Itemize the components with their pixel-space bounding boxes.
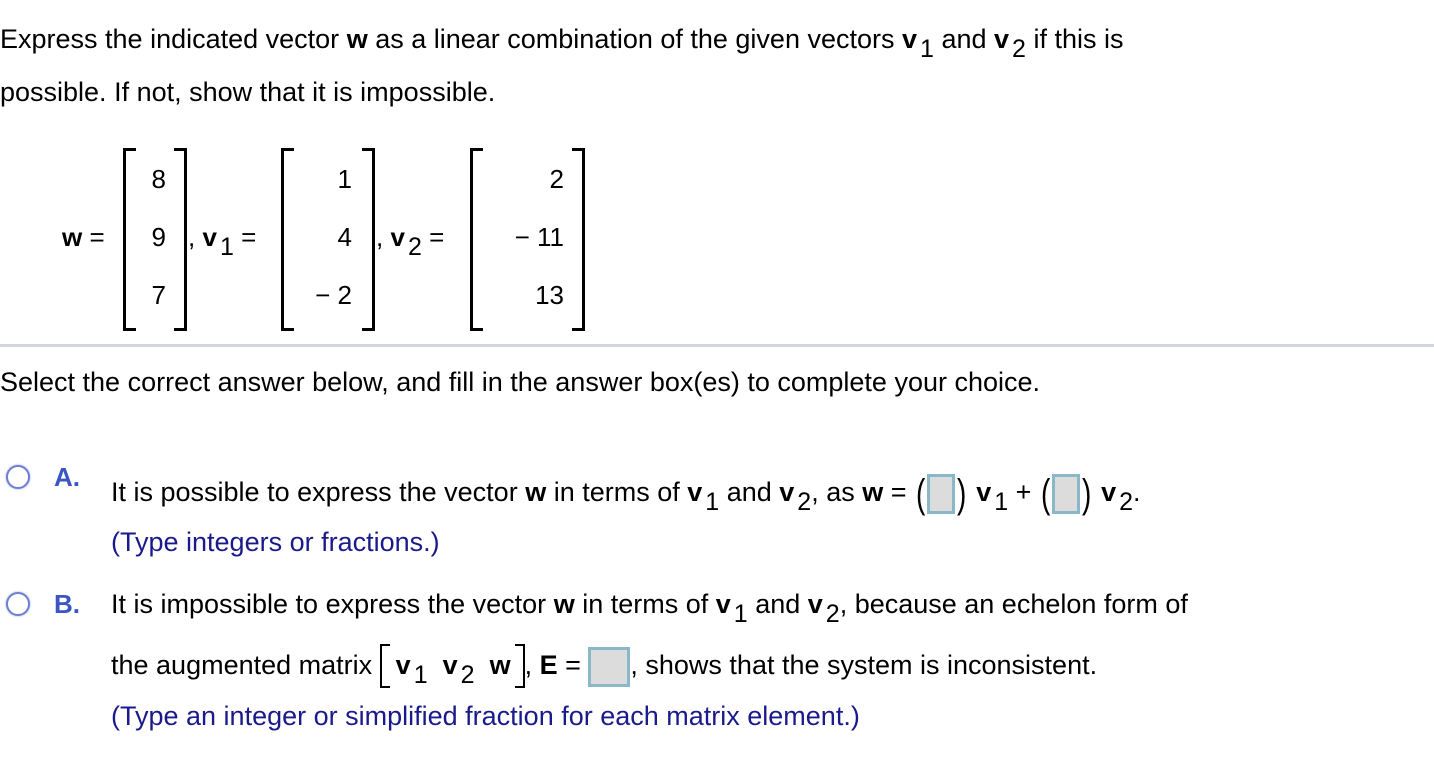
vector-w: w bbox=[346, 24, 368, 54]
choice-text: , because an echelon form of bbox=[839, 589, 1188, 619]
choice-text: It is possible to express the vector bbox=[111, 477, 526, 508]
plus-sign: + bbox=[1008, 477, 1039, 508]
choice-text: and bbox=[747, 589, 808, 619]
equals: = bbox=[89, 222, 105, 252]
comma: , bbox=[524, 650, 540, 680]
subscript: 2 bbox=[825, 600, 840, 628]
equals: = bbox=[429, 222, 445, 252]
choice-text: and bbox=[719, 477, 780, 508]
choice-text: the augmented matrix bbox=[111, 650, 380, 680]
augmented-left-bracket bbox=[379, 644, 390, 688]
subscript: 1 bbox=[413, 661, 428, 689]
vector-v1: v bbox=[687, 477, 703, 508]
choice-a-radio[interactable] bbox=[6, 465, 30, 489]
vector-v2: v bbox=[442, 650, 458, 680]
right-paren: ) bbox=[1082, 472, 1092, 516]
vector-v1: v bbox=[902, 24, 918, 54]
choice-a-hint: (Type integers or fractions.) bbox=[111, 527, 440, 557]
right-paren: ) bbox=[957, 472, 967, 516]
vector-v1: v bbox=[395, 650, 411, 680]
subscript: 2 bbox=[407, 233, 422, 261]
w-entry: 9 bbox=[151, 222, 166, 252]
subscript: 2 bbox=[797, 488, 812, 517]
subscript: 1 bbox=[219, 233, 234, 261]
vector-v2: v bbox=[779, 477, 795, 508]
coefficient-v2-input[interactable] bbox=[1052, 474, 1081, 514]
v1-symbol: v bbox=[202, 222, 217, 252]
augmented-right-bracket bbox=[514, 644, 525, 688]
echelon-E-symbol: E bbox=[539, 650, 558, 680]
question-text: and bbox=[933, 24, 994, 54]
comma: , bbox=[188, 222, 196, 252]
v2-entry: 2 bbox=[549, 164, 564, 194]
comma: , bbox=[376, 222, 384, 252]
subscript: 1 bbox=[920, 35, 934, 63]
vector-v1: v bbox=[715, 589, 731, 619]
choice-b-hint: (Type an integer or simplified fraction … bbox=[111, 701, 860, 731]
v2-right-bracket bbox=[572, 148, 585, 331]
v1-entry: 4 bbox=[337, 222, 352, 252]
vector-w: w bbox=[489, 650, 511, 680]
vector-v1: v bbox=[976, 477, 992, 508]
instruction-text: Select the correct answer below, and fil… bbox=[0, 367, 1041, 397]
choice-text: in terms of bbox=[574, 589, 716, 619]
choice-a-text: It is possible to express the vector w i… bbox=[111, 472, 1141, 517]
vector-w: w bbox=[862, 477, 884, 508]
v2-symbol: v bbox=[390, 222, 405, 252]
question-line-2: possible. If not, show that it is imposs… bbox=[0, 77, 496, 107]
w-right-bracket bbox=[174, 148, 187, 331]
w-entry: 7 bbox=[151, 280, 166, 310]
subscript: 2 bbox=[1119, 488, 1134, 517]
v1-entry: 1 bbox=[337, 164, 352, 194]
v2-entry: 13 bbox=[535, 280, 564, 310]
period: . bbox=[1133, 477, 1141, 508]
vector-v2: v bbox=[1101, 477, 1117, 508]
v2-label: , v2 = bbox=[376, 222, 445, 260]
vector-w: w bbox=[553, 589, 575, 619]
coefficient-v1-input[interactable] bbox=[927, 474, 956, 514]
equals: = bbox=[241, 222, 257, 252]
choice-b-line-2: the augmented matrix v1 v2 w, E = , show… bbox=[111, 644, 1097, 688]
equals: = bbox=[557, 650, 589, 680]
choice-b-letter: B. bbox=[54, 589, 80, 619]
subscript: 1 bbox=[994, 488, 1009, 517]
choice-text: It is impossible to express the vector bbox=[111, 589, 554, 619]
subscript: 2 bbox=[1012, 35, 1026, 63]
w-symbol: w bbox=[62, 222, 83, 252]
left-paren: ( bbox=[916, 472, 926, 516]
choice-a-letter: A. bbox=[54, 462, 80, 492]
question-text: if this is bbox=[1025, 24, 1124, 54]
subscript: 1 bbox=[705, 488, 720, 517]
vector-w: w bbox=[525, 477, 547, 508]
vector-v2: v bbox=[994, 24, 1010, 54]
w-left-bracket bbox=[123, 148, 136, 331]
question-text: Express the indicated vector bbox=[0, 24, 347, 54]
equals: = bbox=[883, 477, 915, 508]
choice-b-text: It is impossible to express the vector w… bbox=[111, 589, 1188, 627]
v1-entry: − 2 bbox=[315, 280, 352, 310]
vector-v2: v bbox=[807, 589, 823, 619]
subscript: 2 bbox=[460, 661, 475, 689]
choice-b-radio[interactable] bbox=[6, 592, 30, 616]
choice-text: in terms of bbox=[546, 477, 688, 508]
w-label: w = bbox=[62, 222, 105, 253]
choice-text: , as bbox=[811, 477, 863, 508]
question-line-1: Express the indicated vector w as a line… bbox=[0, 24, 1124, 62]
choice-text: , shows that the system is inconsistent. bbox=[630, 650, 1098, 680]
v1-label: , v1 = bbox=[188, 222, 257, 260]
section-divider bbox=[0, 344, 1434, 347]
subscript: 1 bbox=[733, 600, 748, 628]
w-entry: 8 bbox=[151, 164, 166, 194]
left-paren: ( bbox=[1040, 472, 1051, 516]
v2-entry: − 11 bbox=[514, 222, 564, 252]
question-text: as a linear combination of the given vec… bbox=[367, 24, 902, 54]
echelon-matrix-input[interactable] bbox=[588, 646, 631, 687]
v1-right-bracket bbox=[362, 148, 375, 331]
